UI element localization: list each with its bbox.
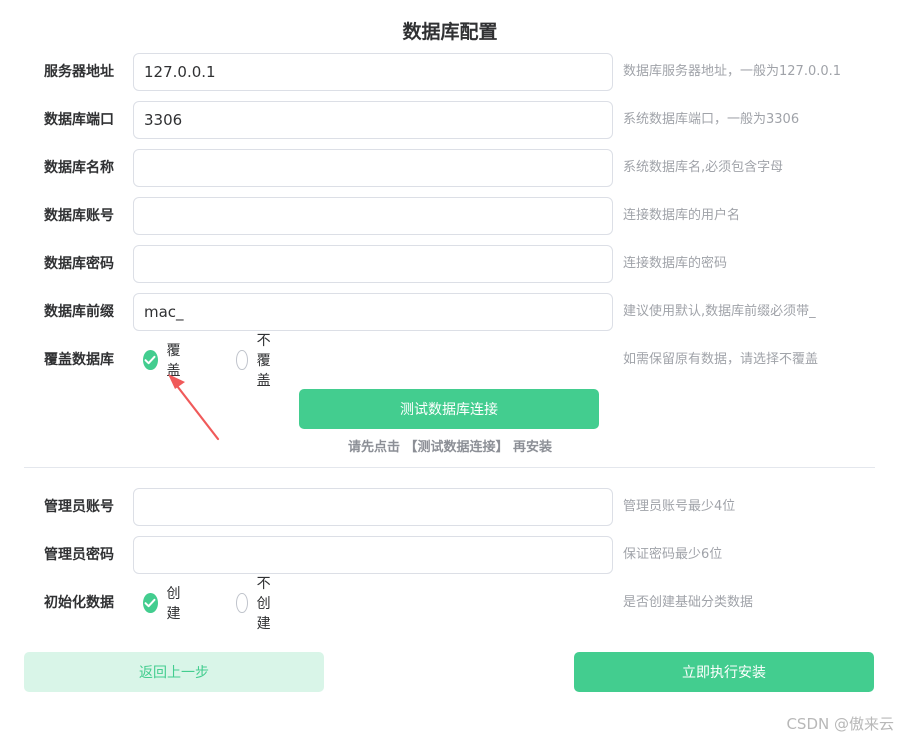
overwrite-hint: 如需保留原有数据，请选择不覆盖 — [623, 352, 819, 367]
db-name-input[interactable] — [133, 149, 613, 187]
db-user-input[interactable] — [133, 197, 613, 235]
server-address-input[interactable] — [133, 53, 613, 91]
radio-empty-icon — [236, 593, 248, 613]
db-password-input[interactable] — [133, 245, 613, 283]
form-row-db-name: 数据库名称 系统数据库名,必须包含字母 — [0, 149, 900, 187]
test-notice: 请先点击 【测试数据连接】 再安装 — [347, 440, 553, 455]
install-button[interactable]: 立即执行安装 — [574, 652, 874, 692]
radio-empty-icon — [236, 350, 248, 370]
form-row-db-port: 数据库端口 系统数据库端口，一般为3306 — [0, 101, 900, 139]
init-data-radio-skip-label: 不创建 — [256, 576, 271, 632]
admin-password-hint: 保证密码最少6位 — [623, 547, 723, 562]
db-password-hint: 连接数据库的密码 — [623, 256, 728, 271]
overwrite-radio-no[interactable]: 不覆盖 — [236, 333, 279, 389]
db-port-hint: 系统数据库端口，一般为3306 — [623, 112, 800, 127]
init-data-label: 初始化数据 — [44, 595, 114, 611]
init-data-radio-skip[interactable]: 不创建 — [236, 576, 279, 632]
form-row-db-user: 数据库账号 连接数据库的用户名 — [0, 197, 900, 235]
form-row-db-password: 数据库密码 连接数据库的密码 — [0, 245, 900, 283]
page-title: 数据库配置 — [402, 21, 498, 43]
db-prefix-label: 数据库前缀 — [44, 304, 114, 320]
db-password-label: 数据库密码 — [44, 256, 114, 272]
overwrite-label: 覆盖数据库 — [44, 352, 114, 368]
overwrite-radio-no-label: 不覆盖 — [256, 333, 271, 389]
section-divider — [24, 467, 875, 468]
form-row-overwrite: 覆盖数据库 覆盖 不覆盖 如需保留原有数据，请选择不覆盖 — [0, 333, 900, 389]
form-row-server-address: 服务器地址 数据库服务器地址，一般为127.0.0.1 — [0, 53, 900, 91]
init-data-radio-create[interactable]: 创建 — [143, 586, 186, 622]
back-button[interactable]: 返回上一步 — [24, 652, 324, 692]
admin-user-hint: 管理员账号最少4位 — [623, 499, 736, 514]
server-address-hint: 数据库服务器地址，一般为127.0.0.1 — [623, 64, 842, 79]
admin-user-input[interactable] — [133, 488, 613, 526]
admin-password-label: 管理员密码 — [44, 547, 114, 563]
admin-user-label: 管理员账号 — [44, 499, 114, 515]
admin-password-input[interactable] — [133, 536, 613, 574]
form-row-admin-user: 管理员账号 管理员账号最少4位 — [0, 488, 900, 526]
db-name-label: 数据库名称 — [44, 160, 114, 176]
db-name-hint: 系统数据库名,必须包含字母 — [623, 160, 784, 175]
db-port-input[interactable] — [133, 101, 613, 139]
db-prefix-input[interactable] — [133, 293, 613, 331]
check-icon — [143, 593, 158, 613]
form-row-init-data: 初始化数据 创建 不创建 是否创建基础分类数据 — [0, 576, 900, 632]
watermark: CSDN @傲来云 — [786, 715, 894, 733]
db-user-label: 数据库账号 — [44, 208, 114, 224]
check-icon — [143, 350, 158, 370]
init-data-hint: 是否创建基础分类数据 — [623, 595, 754, 610]
test-connection-button[interactable]: 测试数据库连接 — [299, 389, 599, 429]
db-prefix-hint: 建议使用默认,数据库前缀必须带_ — [623, 304, 816, 319]
db-port-label: 数据库端口 — [44, 112, 114, 128]
db-user-hint: 连接数据库的用户名 — [623, 208, 741, 223]
server-address-label: 服务器地址 — [44, 64, 114, 80]
form-row-db-prefix: 数据库前缀 建议使用默认,数据库前缀必须带_ — [0, 293, 900, 331]
init-data-radio-create-label: 创建 — [166, 586, 181, 622]
form-row-admin-password: 管理员密码 保证密码最少6位 — [0, 536, 900, 574]
